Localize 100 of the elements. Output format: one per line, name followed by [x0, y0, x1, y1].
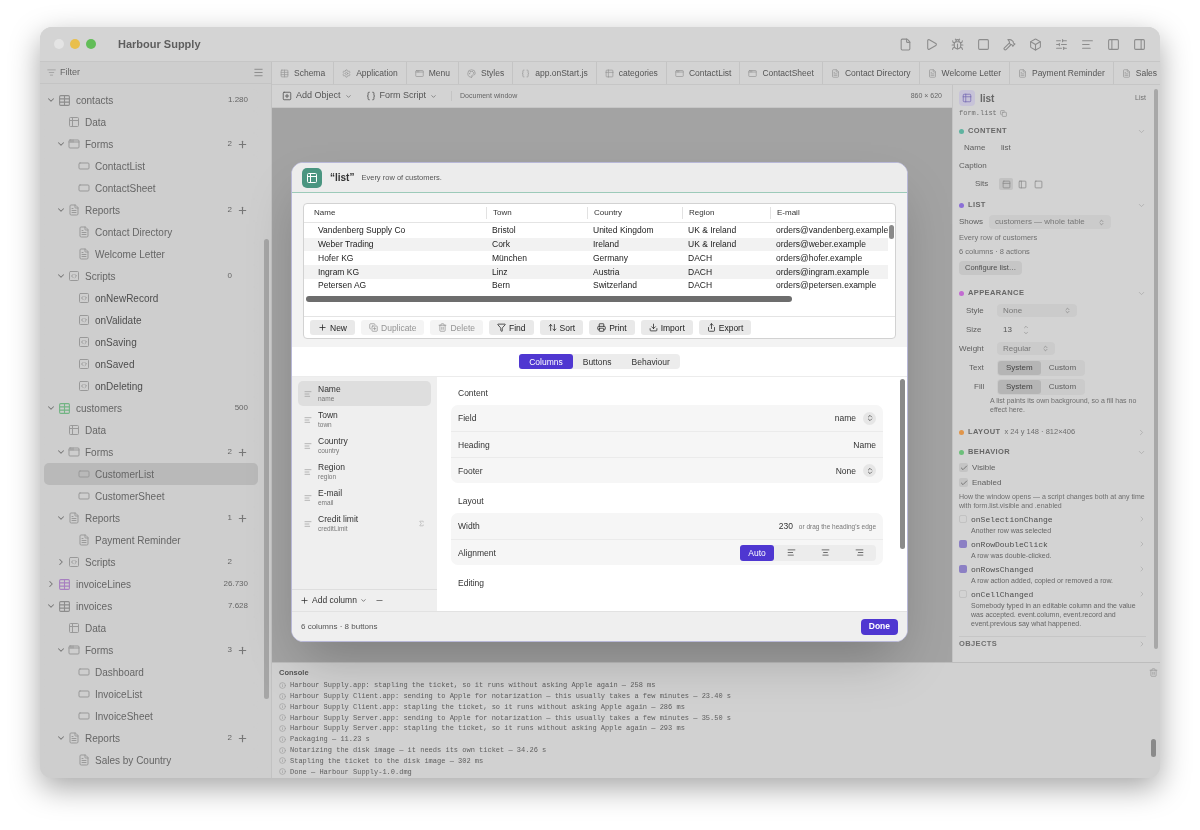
- window-icon: [68, 446, 80, 458]
- editor-tab[interactable]: Contact Directory: [822, 62, 920, 84]
- sliders-icon[interactable]: [1055, 37, 1068, 51]
- table-row[interactable]: Weber Trading Cork Ireland UK & Ireland orders@weber.example: [304, 237, 889, 252]
- toolbar-button[interactable]: Export: [698, 320, 752, 336]
- column-header[interactable]: E-mail: [770, 207, 885, 219]
- chevron-right-icon[interactable]: [1137, 427, 1146, 437]
- toolbar-button[interactable]: Print: [589, 320, 635, 336]
- segment-option[interactable]: Custom: [1040, 379, 1085, 394]
- table-row[interactable]: Ingram KG Linz Austria DACH orders@ingram.example: [304, 265, 889, 279]
- tree-item[interactable]: CustomerList: [44, 463, 258, 485]
- size-field[interactable]: 13: [997, 323, 1023, 336]
- table-row[interactable]: Vandenberg Supply Co Bristol United Kingdom UK & Ireland orders@vandenberg.example: [304, 224, 889, 238]
- document-icon[interactable]: [899, 37, 912, 51]
- select-field[interactable]: None: [835, 464, 876, 478]
- chevron-down-icon[interactable]: [46, 601, 56, 611]
- width-field[interactable]: 230: [778, 520, 793, 533]
- segment-option[interactable]: Custom: [1040, 360, 1085, 375]
- chevron-down-icon[interactable]: [46, 95, 56, 105]
- tab[interactable]: Columns: [519, 354, 573, 370]
- segment-option[interactable]: System: [998, 379, 1041, 394]
- panel-top-icon[interactable]: [999, 178, 1013, 190]
- chevron-right-icon[interactable]: [1138, 640, 1146, 648]
- chevron-right-icon[interactable]: [46, 579, 56, 589]
- column-header[interactable]: Country: [587, 207, 682, 219]
- panel-right-icon[interactable]: [1133, 37, 1146, 51]
- tab[interactable]: Buttons: [572, 354, 622, 370]
- menu-icon[interactable]: [253, 67, 264, 78]
- editor-tab[interactable]: ContactList: [666, 62, 741, 84]
- copy-icon[interactable]: [999, 109, 1007, 117]
- panel-left-icon[interactable]: [1107, 37, 1120, 51]
- add-column-button[interactable]: Add column: [300, 594, 367, 607]
- zoom-button[interactable]: [86, 39, 96, 49]
- column-header[interactable]: Region: [682, 207, 770, 219]
- editor-tab[interactable]: Application: [334, 62, 407, 84]
- weight-select[interactable]: Regular: [997, 342, 1055, 355]
- editor-tab[interactable]: Schema: [272, 62, 335, 84]
- segment-option[interactable]: System: [998, 360, 1041, 375]
- setting-value[interactable]: Name: [853, 438, 876, 452]
- chevron-down-icon[interactable]: [56, 139, 66, 149]
- add-button[interactable]: [237, 138, 248, 150]
- stop-icon[interactable]: [977, 37, 990, 51]
- chevron-down-icon[interactable]: [56, 645, 66, 655]
- add-button[interactable]: [237, 644, 248, 656]
- event-name: onSelectionChange: [971, 514, 1054, 526]
- done-button[interactable]: Done: [860, 618, 898, 635]
- editor-tab[interactable]: Payment Reminder: [1009, 62, 1114, 84]
- chevron-down-icon[interactable]: [56, 205, 66, 215]
- toolbar-button[interactable]: Find: [489, 320, 534, 336]
- table-cell-text: orders@vandenberg.example: [775, 224, 889, 238]
- hammer-icon[interactable]: [1003, 37, 1016, 51]
- play-icon[interactable]: [925, 37, 938, 51]
- panel-left-icon[interactable]: [1015, 178, 1029, 190]
- editor-tab[interactable]: Welcome Letter: [919, 62, 1010, 84]
- shows-select[interactable]: customers — whole table: [989, 215, 1111, 229]
- editor-tab[interactable]: Styles: [459, 62, 514, 84]
- alignment-option[interactable]: Auto: [740, 544, 774, 561]
- table-cell-text: Switzerland: [592, 279, 638, 292]
- column-header[interactable]: Town: [486, 207, 587, 219]
- trash-icon[interactable]: [1148, 668, 1158, 677]
- editor-tab[interactable]: Sales: [1113, 62, 1160, 84]
- tree-item-label: ContactList: [95, 159, 146, 174]
- box-icon[interactable]: [1029, 37, 1042, 51]
- column-header[interactable]: Name: [314, 207, 486, 219]
- editor-tab[interactable]: Menu: [406, 62, 460, 84]
- item-count: 1.280: [227, 94, 248, 106]
- align-left-icon[interactable]: [1081, 37, 1094, 51]
- form-script-button[interactable]: Form Script: [365, 89, 438, 103]
- add-button[interactable]: [237, 512, 248, 524]
- select-field[interactable]: name: [834, 411, 876, 425]
- chevron-down-icon[interactable]: [56, 733, 66, 743]
- chevron-down-icon[interactable]: [56, 447, 66, 457]
- event-name: onRowDoubleClick: [971, 539, 1049, 551]
- editor-tab[interactable]: categories: [596, 62, 667, 84]
- table-row[interactable]: Petersen AG Bern Switzerland DACH orders@petersen.example: [304, 278, 889, 293]
- filter-field[interactable]: Filter: [60, 65, 253, 80]
- checkbox[interactable]: [959, 463, 968, 472]
- column-name: Town: [318, 409, 339, 420]
- chevron-right-icon[interactable]: [56, 557, 66, 567]
- chevron-down-icon[interactable]: [56, 271, 66, 281]
- stepper[interactable]: [1023, 323, 1029, 336]
- column-name: E-mail: [318, 487, 344, 498]
- add-button[interactable]: [237, 446, 248, 458]
- chevron-down-icon[interactable]: [46, 403, 56, 413]
- add-button[interactable]: [237, 732, 248, 744]
- toolbar-button[interactable]: Sort: [539, 320, 584, 336]
- minimize-button[interactable]: [70, 39, 80, 49]
- chevron-down-icon[interactable]: [56, 513, 66, 523]
- square-icon[interactable]: [1031, 178, 1045, 190]
- editor-tab[interactable]: app.onStart.js: [513, 62, 597, 84]
- add-button[interactable]: [237, 204, 248, 216]
- toolbar-button[interactable]: New: [310, 320, 355, 336]
- add-object-button[interactable]: Add Object: [282, 89, 352, 103]
- table-row[interactable]: Hofer KG München Germany DACH orders@hofer.example: [304, 251, 889, 266]
- style-select[interactable]: None: [997, 304, 1077, 317]
- checkbox[interactable]: [959, 478, 968, 487]
- toolbar-button[interactable]: Import: [640, 320, 693, 336]
- bug-icon[interactable]: [951, 37, 964, 51]
- tab[interactable]: Behaviour: [621, 354, 680, 370]
- editor-tab[interactable]: ContactSheet: [740, 62, 823, 84]
